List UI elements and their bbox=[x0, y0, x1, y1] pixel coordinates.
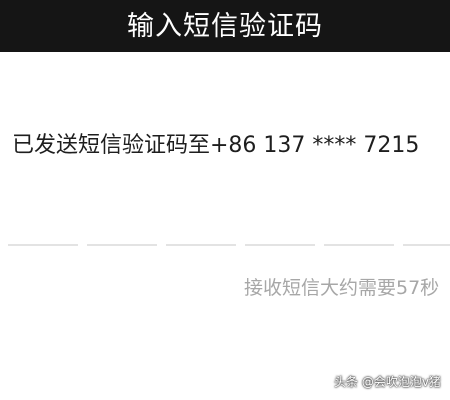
sms-wait-countdown: 接收短信大约需要57秒 bbox=[244, 277, 440, 299]
code-digit-input-1[interactable] bbox=[8, 244, 78, 246]
code-digit-input-5[interactable] bbox=[324, 244, 394, 246]
sms-verification-screen: 输入短信验证码 已发送短信验证码至+86 137 **** 7215 接收短信大… bbox=[0, 0, 450, 400]
code-digit-input-6[interactable] bbox=[403, 244, 450, 246]
source-watermark: 头条 @会吹泡泡v猪 bbox=[334, 375, 441, 389]
verification-sent-message: 已发送短信验证码至+86 137 **** 7215 bbox=[12, 133, 420, 158]
code-digit-input-3[interactable] bbox=[166, 244, 236, 246]
code-digit-input-4[interactable] bbox=[245, 244, 315, 246]
verification-code-input-row[interactable] bbox=[8, 244, 450, 250]
top-navigation-bar: 输入短信验证码 bbox=[0, 0, 450, 52]
page-title: 输入短信验证码 bbox=[127, 10, 323, 42]
code-digit-input-2[interactable] bbox=[87, 244, 157, 246]
